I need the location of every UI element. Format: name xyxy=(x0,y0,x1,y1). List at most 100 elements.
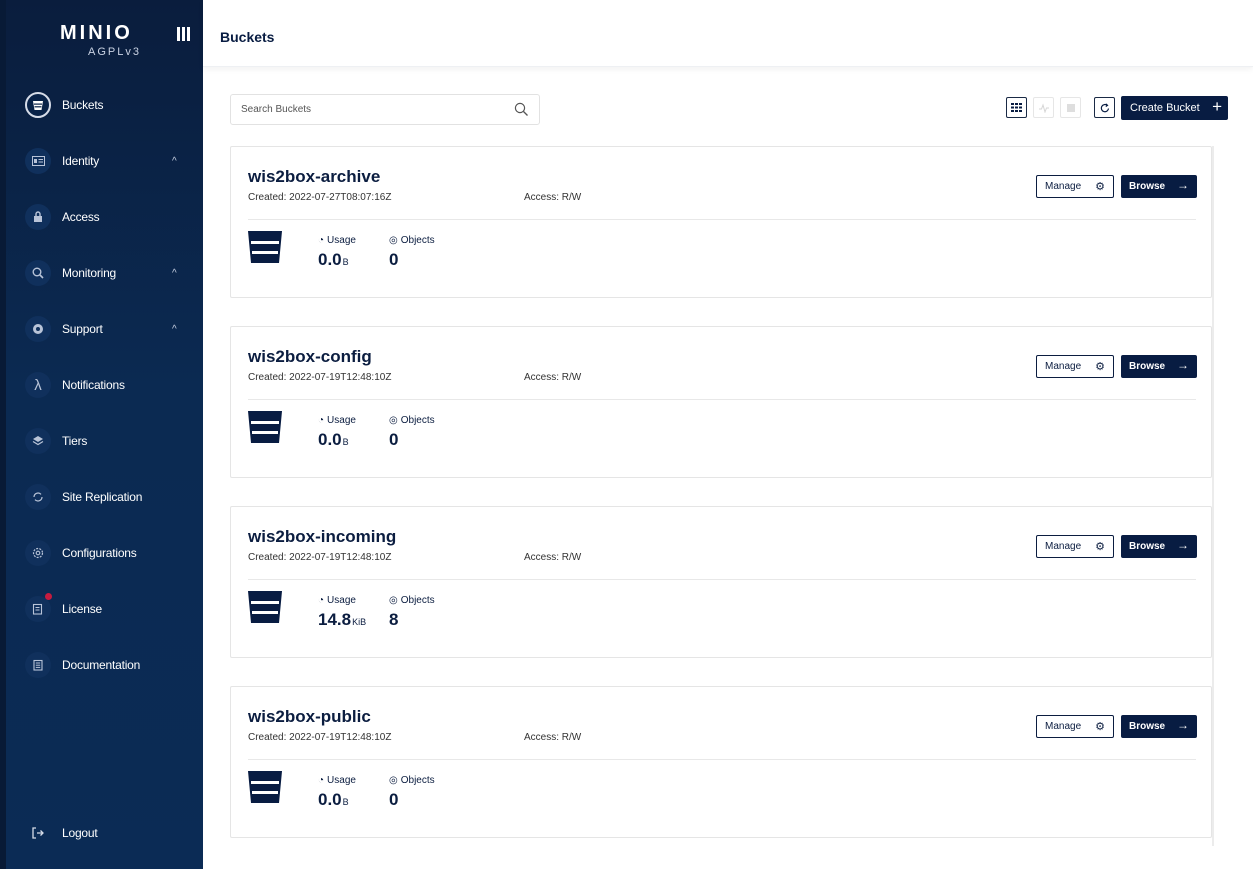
sidebar-item-buckets[interactable]: Buckets xyxy=(0,82,203,128)
bucket-name: wis2box-public xyxy=(248,707,371,726)
manage-button[interactable]: Manage ⚙ xyxy=(1036,355,1114,378)
bucket-icon xyxy=(248,771,282,803)
divider xyxy=(248,399,1196,400)
usage-unit: B xyxy=(342,437,349,447)
usage-label: Usage xyxy=(327,775,356,786)
bucket-card[interactable]: wis2box-archive Created: 2022-07-27T08:0… xyxy=(230,146,1212,298)
usage-header: ◔ Usage xyxy=(318,235,356,246)
sidebar: MINIO AGPLv3 Buckets Identity ^ Access M… xyxy=(0,0,203,869)
documentation-icon xyxy=(25,652,51,678)
bucket-card[interactable]: wis2box-config Created: 2022-07-19T12:48… xyxy=(230,326,1212,478)
gear-icon: ⚙ xyxy=(1095,541,1105,553)
gear-icon xyxy=(25,540,51,566)
usage-unit: KiB xyxy=(352,617,367,627)
usage-value: 14.8KiB xyxy=(318,610,366,630)
browse-button[interactable]: Browse → xyxy=(1121,715,1197,738)
sidebar-item-notifications[interactable]: λ Notifications xyxy=(0,362,203,408)
pie-chart-icon: ◔ xyxy=(318,775,325,786)
bucket-card[interactable]: wis2box-public Created: 2022-07-19T12:48… xyxy=(230,686,1212,838)
search-icon[interactable] xyxy=(514,102,529,117)
set-replication-button[interactable] xyxy=(1033,97,1054,118)
arrow-right-icon: → xyxy=(1177,718,1189,732)
sidebar-item-site-replication[interactable]: Site Replication xyxy=(0,474,203,520)
id-card-icon xyxy=(25,148,51,174)
layers-icon xyxy=(25,428,51,454)
sidebar-item-tiers[interactable]: Tiers xyxy=(0,418,203,464)
sidebar-item-access[interactable]: Access xyxy=(0,194,203,240)
sidebar-item-label: Access xyxy=(62,210,100,224)
objects-label: Objects xyxy=(400,415,435,426)
license-label: AGPLv3 xyxy=(88,46,141,58)
usage-number: 0.0 xyxy=(318,790,342,809)
refresh-icon xyxy=(1100,102,1109,112)
sidebar-item-label: Buckets xyxy=(62,98,104,112)
bucket-card[interactable]: wis2box-incoming Created: 2022-07-19T12:… xyxy=(230,506,1212,658)
sidebar-item-label: Tiers xyxy=(62,434,88,448)
scrollbar-track[interactable] xyxy=(1212,146,1214,846)
notification-dot xyxy=(45,593,52,600)
bucket-name: wis2box-config xyxy=(248,347,372,366)
sidebar-item-documentation[interactable]: Documentation xyxy=(0,642,203,688)
logout-button[interactable]: Logout xyxy=(0,810,203,856)
sidebar-item-label: Notifications xyxy=(62,378,125,392)
minio-logo[interactable]: MINIO AGPLv3 xyxy=(60,22,170,58)
usage-number: 14.8 xyxy=(318,610,352,629)
gear-icon: ⚙ xyxy=(1095,721,1105,733)
arrow-right-icon: → xyxy=(1177,358,1189,372)
manage-button[interactable]: Manage ⚙ xyxy=(1036,715,1114,738)
replication-icon xyxy=(25,484,51,510)
objects-header: ◎ Objects xyxy=(389,595,435,606)
objects-value: 0 xyxy=(389,430,399,449)
chevron-up-icon: ^ xyxy=(172,267,177,279)
usage-value: 0.0B xyxy=(318,430,349,450)
objects-header: ◎ Objects xyxy=(389,775,435,786)
manage-button[interactable]: Manage ⚙ xyxy=(1036,175,1114,198)
sidebar-item-license[interactable]: License xyxy=(0,586,203,632)
bucket-created-date: Created: 2022-07-19T12:48:10Z xyxy=(248,732,392,743)
pie-chart-icon: ◔ xyxy=(318,415,325,426)
divider xyxy=(248,579,1196,580)
usage-unit: B xyxy=(342,257,349,267)
browse-button[interactable]: Browse → xyxy=(1121,175,1197,198)
usage-header: ◔ Usage xyxy=(318,415,356,426)
sidebar-item-label: Configurations xyxy=(62,546,137,560)
objects-value: 8 xyxy=(389,610,399,629)
logout-icon xyxy=(25,820,51,846)
bucket-icon xyxy=(248,411,282,443)
browse-button[interactable]: Browse → xyxy=(1121,535,1197,558)
objects-label: Objects xyxy=(400,775,435,786)
sidebar-item-configurations[interactable]: Configurations xyxy=(0,530,203,576)
page-header: Buckets xyxy=(203,0,1253,67)
arrow-right-icon: → xyxy=(1177,178,1189,192)
bucket-access: Access: R/W xyxy=(524,552,582,563)
usage-unit: B xyxy=(342,797,349,807)
browse-label: Browse xyxy=(1129,721,1166,732)
manage-label: Manage xyxy=(1045,361,1082,372)
usage-header: ◔ Usage xyxy=(318,775,356,786)
collapse-sidebar-icon[interactable] xyxy=(177,27,191,43)
search-input[interactable] xyxy=(231,95,501,124)
select-multiple-button[interactable] xyxy=(1006,97,1027,118)
sidebar-item-support[interactable]: Support ^ xyxy=(0,306,203,352)
usage-value: 0.0B xyxy=(318,250,349,270)
bucket-access: Access: R/W xyxy=(524,192,582,203)
sidebar-item-identity[interactable]: Identity ^ xyxy=(0,138,203,184)
objects-icon: ◎ xyxy=(389,595,398,606)
objects-header: ◎ Objects xyxy=(389,415,435,426)
sidebar-item-monitoring[interactable]: Monitoring ^ xyxy=(0,250,203,296)
manage-button[interactable]: Manage ⚙ xyxy=(1036,535,1114,558)
set-lifecycle-button[interactable] xyxy=(1060,97,1081,118)
create-bucket-button[interactable]: Create Bucket + xyxy=(1121,96,1228,120)
usage-label: Usage xyxy=(327,415,356,426)
divider xyxy=(248,759,1196,760)
refresh-button[interactable] xyxy=(1094,97,1115,118)
objects-label: Objects xyxy=(400,595,435,606)
page-title: Buckets xyxy=(220,29,275,45)
plus-icon: + xyxy=(1212,97,1222,116)
bucket-created-date: Created: 2022-07-27T08:07:16Z xyxy=(248,192,392,203)
lambda-icon: λ xyxy=(25,372,51,398)
logo-text: MINIO xyxy=(60,22,133,44)
browse-button[interactable]: Browse → xyxy=(1121,355,1197,378)
objects-value: 0 xyxy=(389,790,399,809)
bucket-icon xyxy=(248,591,282,623)
